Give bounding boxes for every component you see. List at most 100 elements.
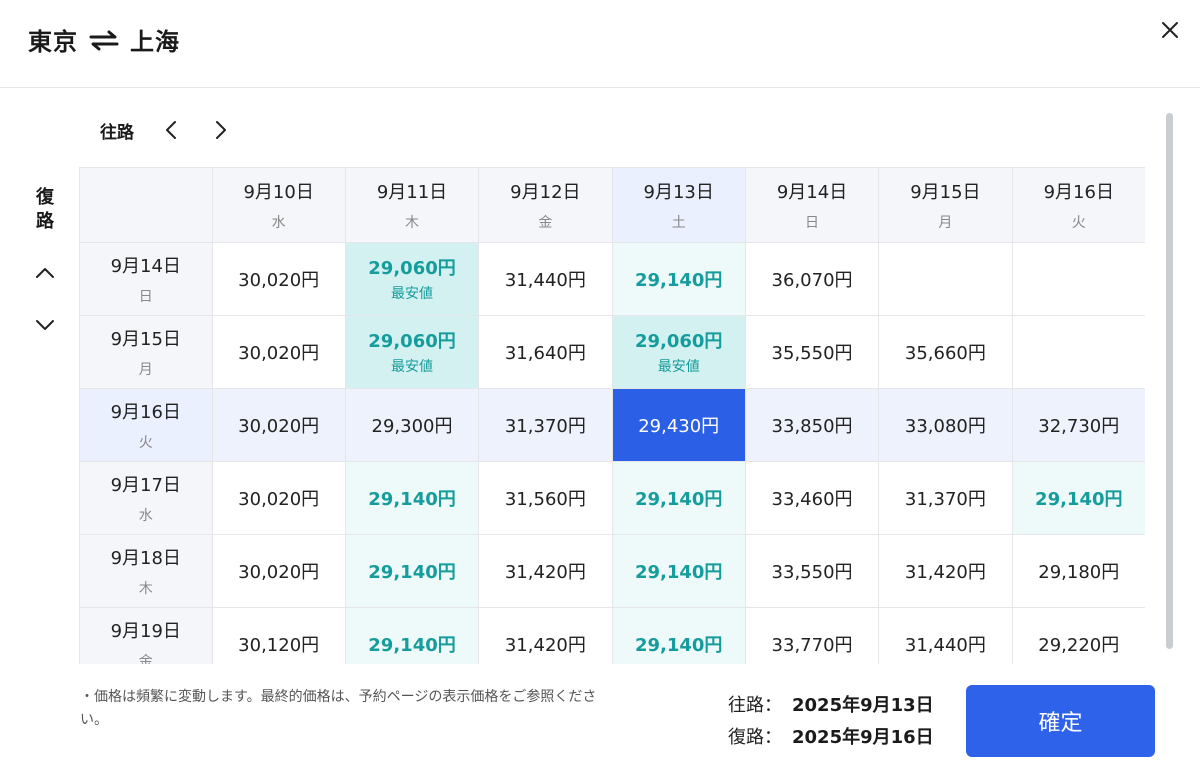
price-cell[interactable]: 29,140円 <box>612 242 746 316</box>
price-value: 32,730円 <box>1038 415 1120 437</box>
price-cell[interactable]: 29,140円 <box>612 607 746 664</box>
price-value: 33,080円 <box>904 415 986 437</box>
price-note: ・価格は頻繁に変動します。最終的価格は、予約ページの表示価格をご参照ください。 <box>80 689 597 728</box>
table-row: 9月16日火 30,020円 29,300円 31,370円 29,430円 33,850… <box>80 388 1145 462</box>
table-row: 9月19日金 30,120円 29,140円 31,420円 29,140円 33,770… <box>80 607 1145 664</box>
cheapest-tag: 最安値 <box>391 286 434 302</box>
price-cell[interactable]: 33,770円 <box>745 607 880 664</box>
price-cell[interactable]: 30,020円 <box>212 388 346 462</box>
price-cell[interactable]: 32,730円 <box>1012 388 1145 462</box>
price-value: 33,550円 <box>771 561 853 583</box>
price-cell[interactable]: 29,140円 <box>612 461 746 535</box>
price-cell[interactable]: 31,420円 <box>478 534 613 608</box>
price-cell[interactable]: 29,060円 最安値 <box>345 242 480 316</box>
chevron-up-icon[interactable] <box>30 258 60 288</box>
price-cell[interactable]: 31,420円 <box>878 534 1013 608</box>
return-date-header: 9月19日金 <box>80 607 213 665</box>
price-cell[interactable]: 29,060円 最安値 <box>345 315 480 389</box>
price-cell[interactable]: 31,560円 <box>478 461 613 535</box>
price-cell[interactable]: 31,420円 <box>478 607 613 664</box>
outbound-date-header: 9月11日木 <box>345 168 480 243</box>
price-cell[interactable]: 33,550円 <box>745 534 880 608</box>
price-value: 29,430円 <box>638 415 720 437</box>
return-date-header: 9月18日木 <box>80 534 213 608</box>
price-cell-selected[interactable]: 29,430円 <box>612 388 746 462</box>
chevron-down-icon[interactable] <box>30 310 60 340</box>
price-cell[interactable]: 29,140円 <box>345 607 480 664</box>
price-cell[interactable]: 31,440円 <box>878 607 1013 664</box>
outbound-date-header: 9月10日水 <box>212 168 346 243</box>
price-value: 30,020円 <box>238 415 320 437</box>
price-table: 9月10日水 9月11日木 9月12日金 9月13日土 9月14日日 9月15日月 9月16… <box>80 168 1145 664</box>
price-cell[interactable]: 29,220円 <box>1012 607 1145 664</box>
price-value: 30,020円 <box>238 269 320 291</box>
price-cell[interactable]: 29,140円 <box>345 461 480 535</box>
return-summary-label: 復路： <box>728 727 782 748</box>
origin-city: 東京 <box>28 28 78 56</box>
outbound-label: 往路 <box>100 122 134 143</box>
price-value: 31,420円 <box>504 634 586 656</box>
dialog-header: 東京 上海 <box>0 0 1200 88</box>
outbound-date: 9月15日 <box>910 181 981 203</box>
price-cell[interactable]: 29,140円 <box>1012 461 1145 535</box>
price-value: 33,850円 <box>771 415 853 437</box>
price-value: 31,420円 <box>504 561 586 583</box>
table-row: 9月14日日 30,020円 29,060円 最安値 31,440円 29,140円 36,… <box>80 242 1145 316</box>
price-cell <box>878 242 1013 316</box>
price-value: 31,440円 <box>904 634 986 656</box>
price-value: 29,140円 <box>368 488 456 510</box>
price-value: 29,140円 <box>634 561 723 583</box>
price-cell[interactable]: 31,370円 <box>878 461 1013 535</box>
price-cell[interactable]: 31,370円 <box>478 388 613 462</box>
price-cell[interactable]: 33,460円 <box>745 461 880 535</box>
scrollbar[interactable] <box>1166 113 1173 649</box>
price-value: 30,120円 <box>238 634 320 656</box>
close-icon[interactable] <box>1156 16 1184 44</box>
outbound-date-header: 9月13日土 <box>612 168 746 243</box>
price-value: 31,440円 <box>504 269 586 291</box>
price-value: 29,300円 <box>371 415 453 437</box>
price-cell[interactable]: 29,140円 <box>612 534 746 608</box>
return-weekday: 金 <box>138 653 153 665</box>
price-cell[interactable]: 30,020円 <box>212 242 346 316</box>
price-cell[interactable]: 35,550円 <box>745 315 880 389</box>
price-cell[interactable]: 29,300円 <box>345 388 480 462</box>
price-cell[interactable]: 30,020円 <box>212 315 346 389</box>
price-cell[interactable]: 33,080円 <box>878 388 1013 462</box>
price-cell[interactable]: 33,850円 <box>745 388 880 462</box>
chevron-right-icon[interactable] <box>208 117 234 143</box>
price-value: 35,550円 <box>771 342 853 364</box>
chevron-left-icon[interactable] <box>158 117 184 143</box>
price-cell[interactable]: 30,020円 <box>212 461 346 535</box>
route-title: 東京 上海 <box>28 22 180 57</box>
price-cell[interactable]: 35,660円 <box>878 315 1013 389</box>
return-date: 9月14日 <box>110 255 181 277</box>
return-label: 復路 <box>36 187 54 232</box>
outbound-date-header: 9月15日月 <box>878 168 1013 243</box>
price-value: 31,560円 <box>504 488 586 510</box>
price-cell[interactable]: 29,140円 <box>345 534 480 608</box>
price-cell[interactable]: 36,070円 <box>745 242 880 316</box>
confirm-button[interactable]: 確定 <box>966 685 1155 757</box>
return-date: 9月18日 <box>110 547 181 569</box>
destination-city: 上海 <box>130 28 180 56</box>
price-cell[interactable]: 29,060円 最安値 <box>612 315 746 389</box>
price-value: 29,140円 <box>368 561 456 583</box>
selection-summary: 往路： 2025年9月13日 復路： 2025年9月16日 <box>728 690 934 754</box>
outbound-weekday: 金 <box>538 214 553 231</box>
price-value: 31,420円 <box>904 561 986 583</box>
outbound-date: 9月14日 <box>776 181 848 203</box>
table-row: 9月15日月 30,020円 29,060円 最安値 31,640円 29,060円 最安値… <box>80 315 1145 389</box>
price-cell <box>1012 242 1145 316</box>
price-cell[interactable]: 29,180円 <box>1012 534 1145 608</box>
outbound-date: 9月16日 <box>1043 181 1114 203</box>
price-cell[interactable]: 30,120円 <box>212 607 346 664</box>
price-cell[interactable]: 31,440円 <box>478 242 613 316</box>
price-cell[interactable]: 30,020円 <box>212 534 346 608</box>
price-cell[interactable]: 31,640円 <box>478 315 613 389</box>
return-date: 9月16日 <box>110 401 181 423</box>
return-date: 9月19日 <box>110 620 181 642</box>
outbound-date-header: 9月12日金 <box>478 168 613 243</box>
price-value: 31,370円 <box>904 488 986 510</box>
return-date-header: 9月16日火 <box>80 388 213 462</box>
